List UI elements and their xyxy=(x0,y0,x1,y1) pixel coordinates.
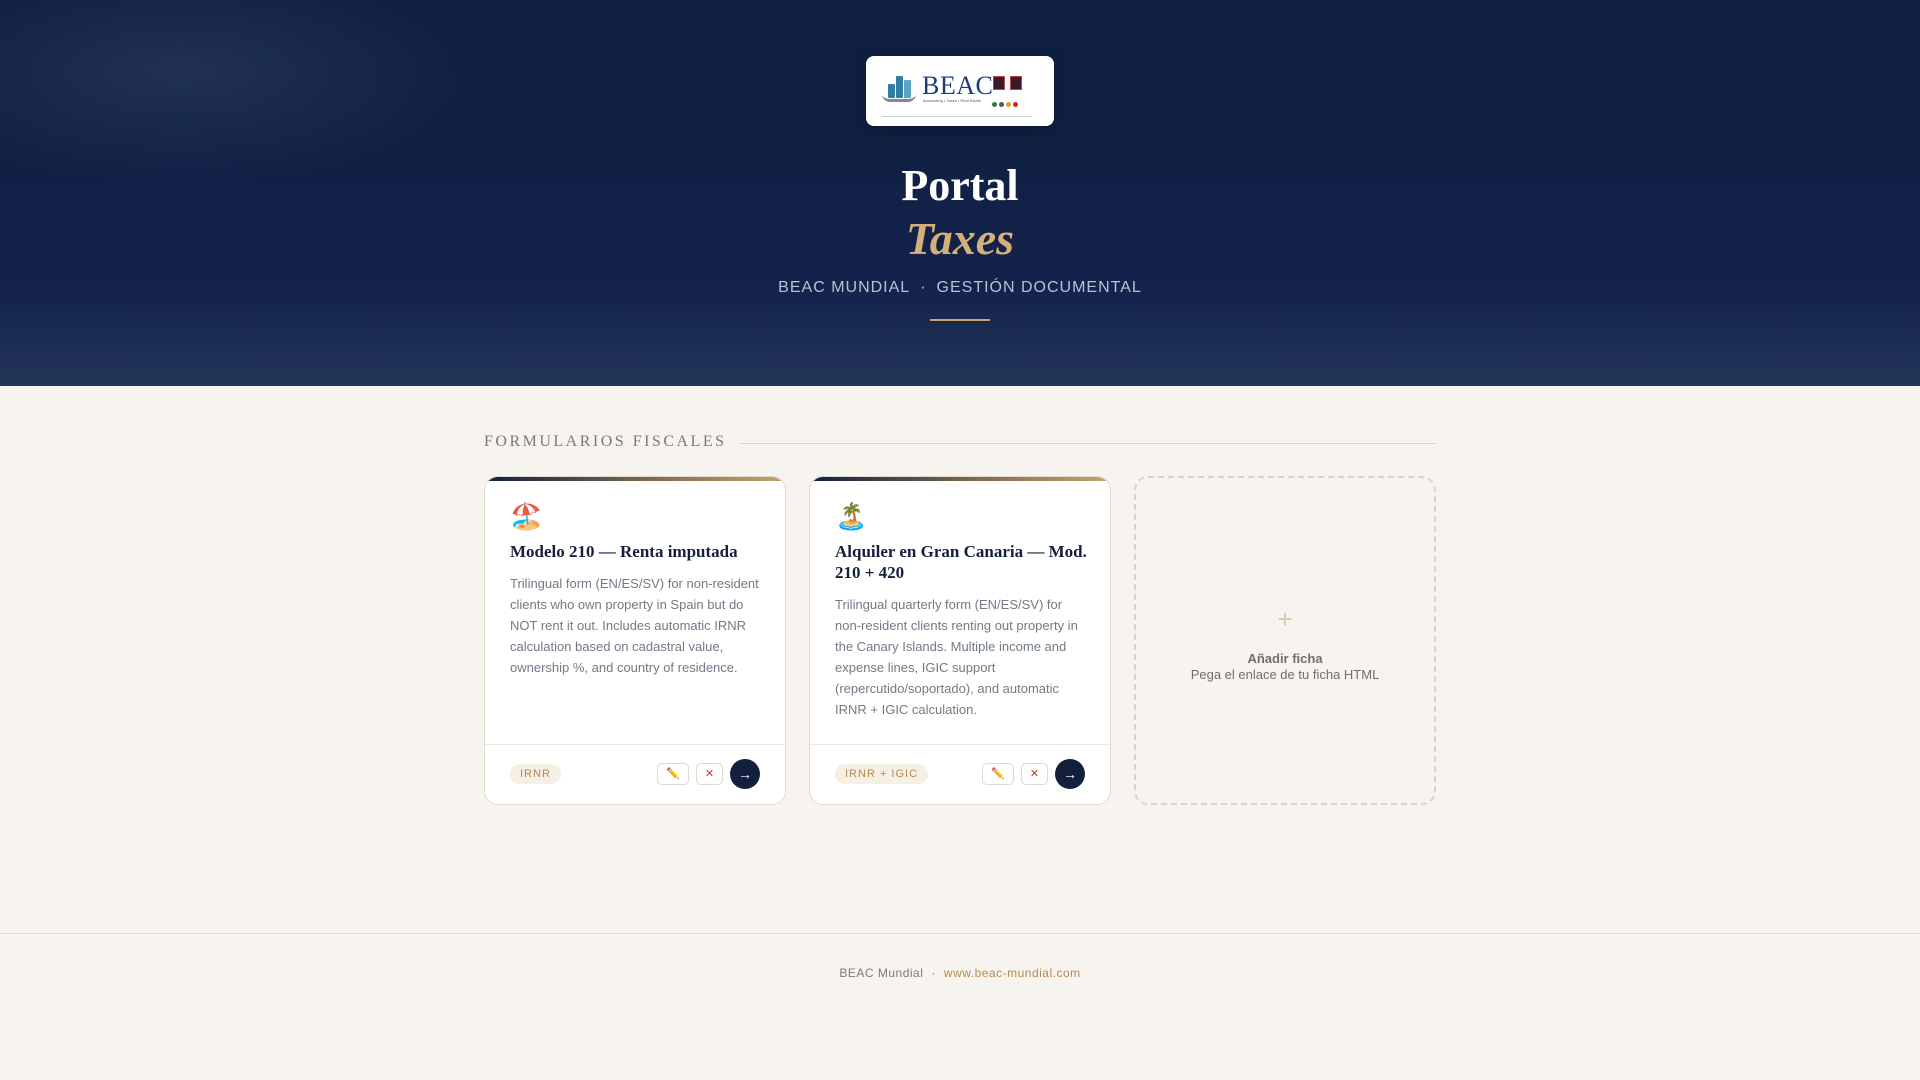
tagline-separator: · xyxy=(920,279,927,296)
card-description: Trilingual quarterly form (EN/ES/SV) for… xyxy=(835,597,1078,717)
card-footer-divider xyxy=(485,744,785,745)
logo-wordmark: BEAC xyxy=(922,71,994,100)
add-card-subtitle: Pega el enlace de tu ficha HTML xyxy=(1190,667,1380,682)
footer-website-link[interactable]: www.beac-mundial.com xyxy=(944,966,1081,980)
card-footer-divider xyxy=(810,744,1110,745)
flag-badges-icon xyxy=(993,76,1027,92)
tagline-area: GESTIÓN DOCUMENTAL xyxy=(936,279,1142,296)
open-arrow-button[interactable]: → xyxy=(1055,759,1085,789)
card-description: Trilingual form (EN/ES/SV) for non-resid… xyxy=(510,576,759,675)
footer-line: BEAC Mundial · www.beac-mundial.com xyxy=(0,966,1920,980)
section-title: FORMULARIOS FISCALES xyxy=(484,433,741,451)
edit-button[interactable]: ✏️ xyxy=(982,763,1014,785)
beac-logo: BEAC Accounting • Taxes • Real Estate xyxy=(866,56,1054,126)
section-header: FORMULARIOS FISCALES xyxy=(484,432,1436,454)
swoosh-icon xyxy=(882,94,916,102)
card-tag: IRNR xyxy=(510,764,561,784)
card-title: Alquiler en Gran Canaria — Mod. 210 + 42… xyxy=(835,542,1087,582)
delete-button[interactable]: ✕ xyxy=(696,763,723,785)
palm-island-icon: 🏝️ xyxy=(835,501,868,531)
form-card-alquiler-gran-canaria[interactable]: 🏝️ Alquiler en Gran Canaria — Mod. 210 +… xyxy=(809,476,1111,805)
delete-button[interactable]: ✕ xyxy=(1021,763,1048,785)
hero-header: BEAC Accounting • Taxes • Real Estate Po… xyxy=(0,0,1920,386)
add-card-button[interactable]: + Añadir ficha Pega el enlace de tu fich… xyxy=(1134,476,1436,805)
hero-divider xyxy=(930,319,990,321)
logo-tagline: Accounting • Taxes • Real Estate xyxy=(923,98,982,103)
card-title: Modelo 210 — Renta imputada xyxy=(510,542,738,561)
open-arrow-button[interactable]: → xyxy=(730,759,760,789)
page-title: Portal xyxy=(901,161,1019,210)
footer-separator: · xyxy=(931,966,936,980)
add-card-title: Añadir ficha xyxy=(1247,651,1323,666)
logo-divider xyxy=(882,116,1032,117)
page-subtitle: Taxes xyxy=(905,213,1015,264)
footer-company: BEAC Mundial xyxy=(839,966,924,980)
hero-tagline: BEAC MUNDIAL · GESTIÓN DOCUMENTAL xyxy=(0,279,1920,297)
page-footer: BEAC Mundial · www.beac-mundial.com xyxy=(0,933,1920,1080)
tagline-company: BEAC MUNDIAL xyxy=(778,279,911,296)
section-divider xyxy=(734,443,1436,444)
plus-icon: + xyxy=(1277,604,1293,634)
card-tag: IRNR + IGIC xyxy=(835,764,929,784)
color-dots-icon xyxy=(992,94,1020,112)
edit-button[interactable]: ✏️ xyxy=(657,763,689,785)
beach-umbrella-icon: 🏖️ xyxy=(510,501,543,531)
form-card-modelo-210[interactable]: 🏖️ Modelo 210 — Renta imputada Trilingua… xyxy=(484,476,786,805)
